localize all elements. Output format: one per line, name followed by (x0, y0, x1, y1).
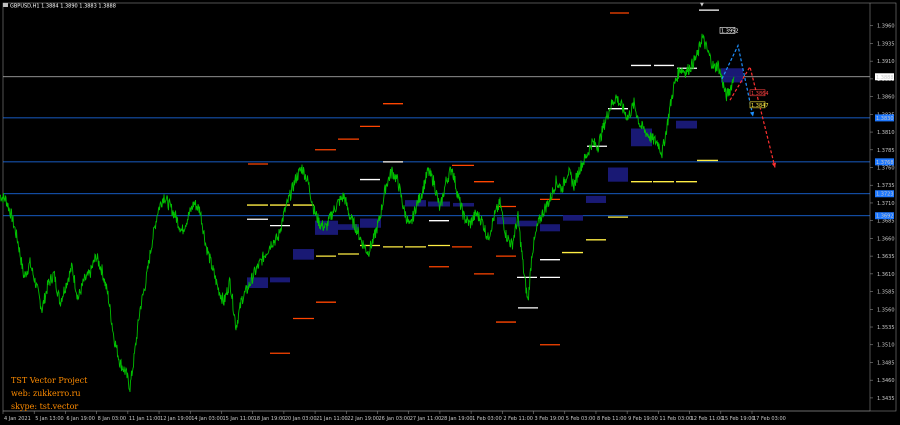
chart-header: GBPUSD,H1 1.3884 1.3890 1.3883 1.3888 (10, 4, 116, 10)
chart-background (0, 0, 900, 425)
vector-zone (517, 220, 537, 227)
level-price-label: 1.3723 (876, 192, 894, 198)
x-tick-label: 8 Feb 11:00 (597, 416, 627, 422)
x-tick-label: 9 Feb 19:00 (628, 416, 658, 422)
x-tick-label: 1 Feb 03:00 (472, 416, 502, 422)
y-tick-label: 1.3660 (877, 236, 895, 242)
x-tick-label: 11 Jan 11:00 (129, 416, 161, 422)
x-tick-label: 4 Jan 2021 (4, 416, 31, 422)
x-tick-label: 2 Feb 11:00 (503, 416, 533, 422)
vector-zone (676, 120, 697, 129)
x-tick-label: 12 Jan 19:00 (160, 416, 192, 422)
price-box-label-text: 1.3952 (721, 28, 739, 34)
y-tick-label: 1.3860 (877, 95, 895, 101)
x-tick-label: 17 Feb 03:00 (753, 416, 786, 422)
promo-line-2: web: zukkerro.ru (11, 389, 81, 398)
y-tick-label: 1.3510 (877, 343, 895, 349)
promo-line-3: skype: tst.vector (11, 402, 78, 411)
x-tick-label: 6 Jan 19:00 (66, 416, 94, 422)
y-tick-label: 1.3435 (877, 396, 895, 402)
level-price-label: 1.3768 (876, 160, 894, 166)
x-tick-label: 18 Jan 19:00 (254, 416, 286, 422)
x-tick-label: 28 Jan 19:00 (441, 416, 473, 422)
y-tick-label: 1.3735 (877, 183, 895, 189)
y-tick-label: 1.3535 (877, 325, 895, 331)
y-tick-label: 1.3610 (877, 272, 895, 278)
y-tick-label: 1.3635 (877, 254, 895, 260)
price-box-label-text: 1.3847 (751, 103, 769, 109)
y-tick-label: 1.3585 (877, 290, 895, 296)
y-tick-label: 1.3810 (877, 130, 895, 136)
y-tick-label: 1.3710 (877, 201, 895, 207)
y-tick-label: 1.3910 (877, 59, 895, 65)
vector-zone (247, 277, 268, 289)
x-tick-label: 27 Jan 11:00 (410, 416, 442, 422)
vector-zone (293, 249, 314, 260)
x-tick-label: 11 Feb 03:00 (659, 416, 692, 422)
x-tick-label: 26 Jan 03:00 (379, 416, 411, 422)
vector-zone (608, 167, 628, 182)
y-tick-label: 1.3760 (877, 166, 895, 172)
symbol-triangle-icon[interactable] (3, 3, 8, 7)
x-tick-label: 15 Jan 11:00 (222, 416, 254, 422)
vector-zone (453, 202, 474, 207)
vector-zone (540, 224, 560, 232)
price-box-label-text: 1.3864 (751, 91, 769, 97)
x-tick-label: 3 Feb 19:00 (535, 416, 565, 422)
level-price-label: 1.3692 (876, 214, 894, 220)
current-price-label: 1.3888 (876, 75, 894, 81)
x-tick-label: 12 Feb 11:00 (691, 416, 724, 422)
level-price-label: 1.3830 (876, 116, 894, 122)
vector-zone (586, 195, 606, 203)
y-tick-label: 1.3960 (877, 24, 895, 30)
price-chart[interactable]: GBPUSD,H1 1.3884 1.3890 1.3883 1.3888 1.… (0, 0, 900, 425)
y-tick-label: 1.3935 (877, 41, 895, 47)
x-tick-label: 21 Jan 11:00 (316, 416, 348, 422)
y-tick-label: 1.3485 (877, 360, 895, 366)
vector-zone (497, 217, 516, 225)
x-tick-label: 15 Feb 19:00 (722, 416, 755, 422)
x-tick-label: 8 Jan 03:00 (98, 416, 126, 422)
vector-zone (563, 215, 583, 221)
x-tick-label: 5 Feb 03:00 (566, 416, 596, 422)
x-tick-label: 22 Jan 19:00 (347, 416, 379, 422)
y-tick-label: 1.3560 (877, 307, 895, 313)
promo-line-1: TST Vector Project (11, 376, 88, 385)
current-marker-icon: ▼ (700, 2, 704, 8)
y-tick-label: 1.3785 (877, 148, 895, 154)
y-tick-label: 1.3460 (877, 378, 895, 384)
vector-zone (405, 200, 426, 207)
vector-zone (270, 277, 290, 283)
chart-window[interactable]: GBPUSD,H1 1.3884 1.3890 1.3883 1.3888 1.… (0, 0, 900, 425)
x-tick-label: 14 Jan 03:00 (191, 416, 223, 422)
x-tick-label: 5 Jan 13:00 (35, 416, 63, 422)
x-tick-label: 20 Jan 03:00 (285, 416, 317, 422)
